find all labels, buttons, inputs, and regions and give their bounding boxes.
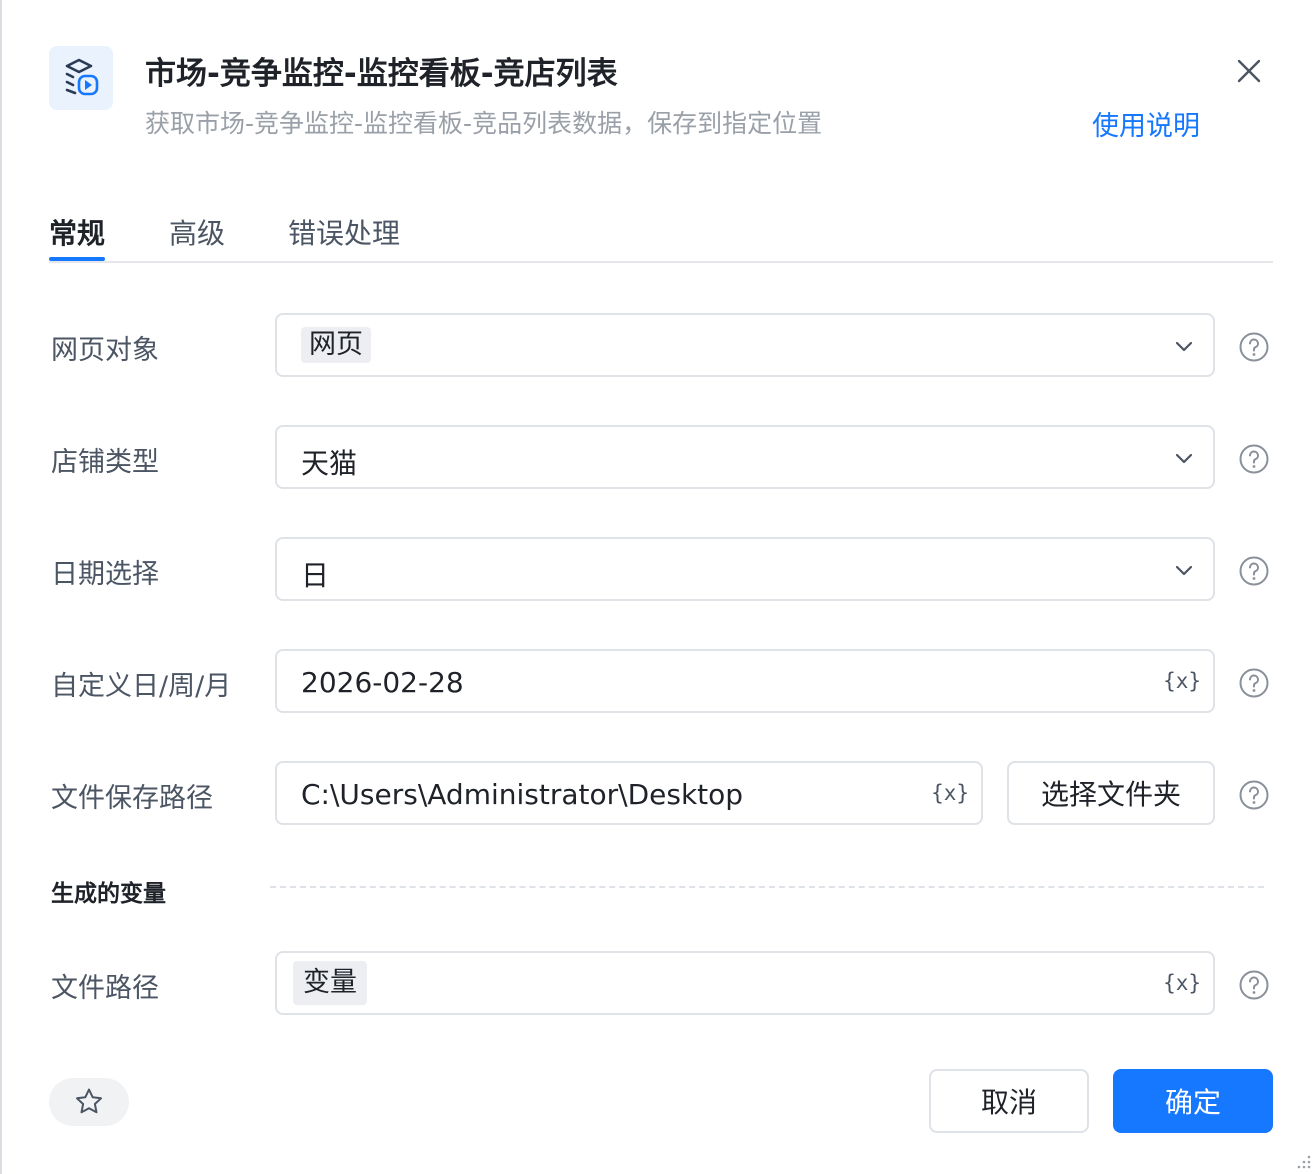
section-divider <box>270 886 1264 888</box>
shop-type-select[interactable]: 天猫 <box>275 425 1215 489</box>
tab-general[interactable]: 常规 <box>49 212 105 252</box>
custom-date-value: 2026-02-28 <box>301 666 464 699</box>
question-icon[interactable] <box>1238 667 1270 699</box>
chevron-down-icon <box>1175 341 1193 352</box>
save-path-label: 文件保存路径 <box>51 783 213 814</box>
custom-date-input[interactable]: 2026-02-28 {x} <box>275 649 1215 713</box>
insert-variable-button[interactable]: {x} <box>1163 967 1201 999</box>
save-path-input[interactable]: C:\Users\Administrator\Desktop {x} <box>275 761 983 825</box>
chevron-down-icon <box>1175 565 1193 576</box>
dialog-subtitle: 获取市场-竞争监控-监控看板-竞品列表数据，保存到指定位置 <box>145 109 823 138</box>
variable-chip[interactable]: 变量 <box>293 961 367 1005</box>
window-edge <box>0 0 2 1174</box>
shop-type-value: 天猫 <box>301 447 358 480</box>
confirm-button[interactable]: 确定 <box>1113 1069 1273 1133</box>
date-select-value: 日 <box>301 559 330 592</box>
question-icon[interactable] <box>1238 779 1270 811</box>
web-object-label: 网页对象 <box>51 335 159 366</box>
tab-error-handling[interactable]: 错误处理 <box>288 212 400 252</box>
question-icon[interactable] <box>1238 969 1270 1001</box>
custom-date-label: 自定义日/周/月 <box>51 671 232 702</box>
question-icon[interactable] <box>1238 443 1270 475</box>
tab-bar: 常规 高级 错误处理 <box>49 200 1273 263</box>
active-tab-indicator <box>49 257 105 261</box>
star-icon <box>76 1088 102 1114</box>
save-path-value: C:\Users\Administrator\Desktop <box>301 778 744 811</box>
date-select-label: 日期选择 <box>51 559 159 590</box>
plugin-play-icon <box>49 46 113 110</box>
generated-variables-heading: 生成的变量 <box>51 881 166 907</box>
shop-type-label: 店铺类型 <box>51 447 159 478</box>
chevron-down-icon <box>1175 453 1193 464</box>
dialog-title: 市场-竞争监控-监控看板-竞店列表 <box>145 56 618 92</box>
choose-folder-button[interactable]: 选择文件夹 <box>1007 761 1215 825</box>
cancel-button[interactable]: 取消 <box>929 1069 1089 1133</box>
file-path-variable-input[interactable]: 变量 {x} <box>275 951 1215 1015</box>
usage-help-link[interactable]: 使用说明 <box>1092 104 1200 143</box>
insert-variable-button[interactable]: {x} <box>931 777 969 809</box>
web-object-select[interactable]: 网页 <box>275 313 1215 377</box>
question-icon[interactable] <box>1238 331 1270 363</box>
insert-variable-button[interactable]: {x} <box>1163 665 1201 697</box>
close-icon <box>1237 59 1261 83</box>
tab-advanced[interactable]: 高级 <box>169 212 225 252</box>
close-button[interactable] <box>1230 52 1268 90</box>
resize-grip-icon[interactable] <box>1294 1152 1312 1170</box>
date-select-dropdown[interactable]: 日 <box>275 537 1215 601</box>
web-object-chip: 网页 <box>301 327 371 363</box>
file-path-label: 文件路径 <box>51 973 159 1004</box>
favorite-button[interactable] <box>49 1078 129 1126</box>
question-icon[interactable] <box>1238 555 1270 587</box>
